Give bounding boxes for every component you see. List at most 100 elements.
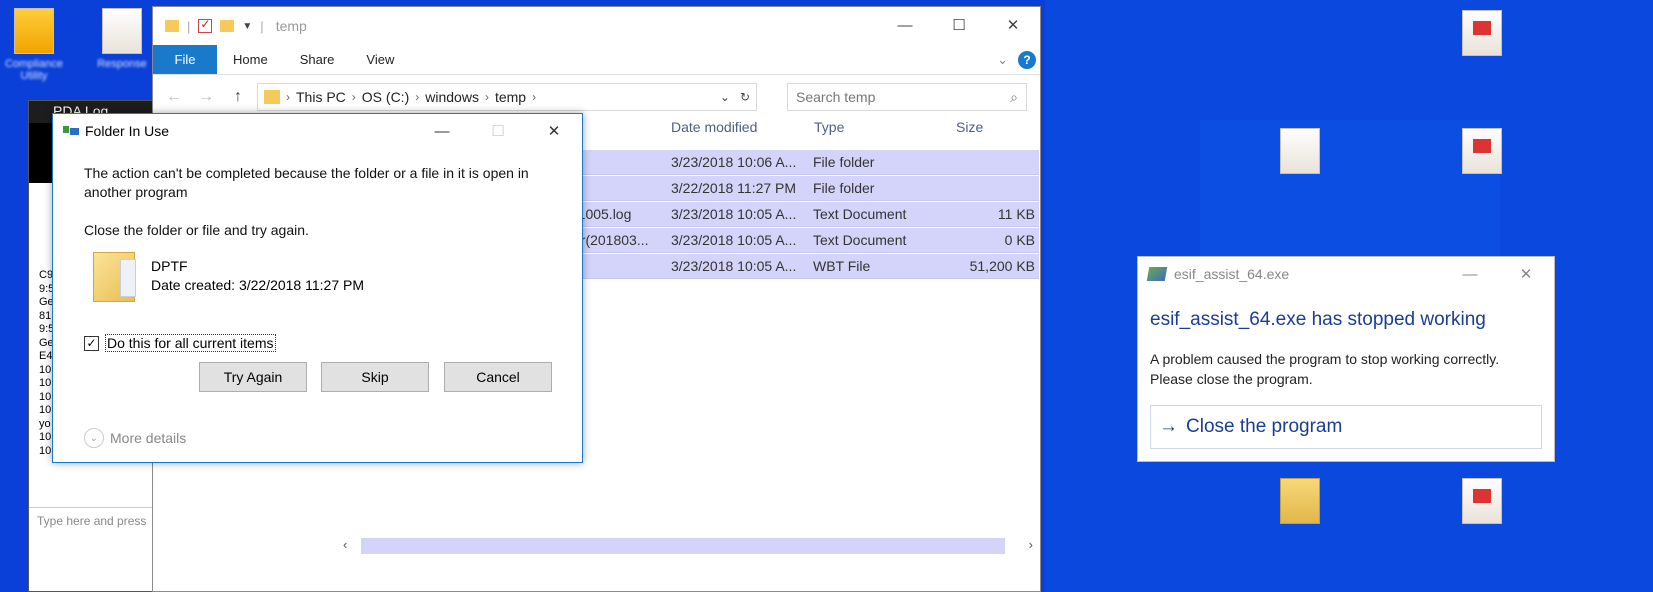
back-arrow-icon[interactable]: ← [161, 88, 187, 106]
help-icon[interactable]: ? [1018, 50, 1036, 69]
ribbon-tabs: File Home Share View ⌄ ? [153, 45, 1040, 75]
desktop-icon[interactable] [1452, 478, 1512, 528]
column-headers: Date modified Type Size [671, 119, 1036, 135]
app-icon [1146, 267, 1168, 281]
file-date: 3/23/2018 10:05 A... [671, 232, 797, 248]
log-line: C9 [39, 269, 54, 281]
dialog-instruction: Close the folder or file and try again. [84, 222, 309, 238]
close-button[interactable]: ✕ [1498, 257, 1554, 291]
desktop-icon[interactable] [1270, 128, 1330, 178]
window-title: temp [275, 18, 307, 34]
quick-access-separator: | [260, 18, 264, 34]
column-date-modified[interactable]: Date modified [671, 119, 814, 135]
dialog-title: Folder In Use [85, 123, 170, 139]
close-program-label: Close the program [1186, 416, 1343, 437]
close-button[interactable]: ✕ [986, 7, 1040, 43]
desktop-icon-label: Response [97, 58, 147, 70]
close-button[interactable]: ✕ [526, 114, 582, 148]
breadcrumb-temp[interactable]: temp [495, 89, 526, 105]
breadcrumb-windows[interactable]: windows [425, 89, 479, 105]
expand-ribbon-icon[interactable]: ⌄ [997, 52, 1008, 68]
folder-icon [93, 252, 136, 302]
column-type[interactable]: Type [814, 119, 956, 135]
document-icon [102, 8, 142, 54]
scroll-left-icon[interactable]: ‹ [343, 537, 347, 552]
desktop-icon[interactable] [1452, 128, 1512, 178]
desktop-icon[interactable] [1452, 10, 1512, 60]
breadcrumb-this-pc[interactable]: This PC [296, 89, 346, 105]
document-icon [1462, 478, 1502, 524]
new-folder-icon[interactable] [220, 20, 235, 32]
file-date: 3/23/2018 10:05 A... [671, 206, 797, 222]
file-date: 3/23/2018 10:06 A... [671, 154, 797, 170]
file-type: WBT File [813, 258, 871, 274]
properties-icon[interactable] [198, 17, 213, 33]
crash-dialog: esif_assist_64.exe — ✕ esif_assist_64.ex… [1137, 256, 1555, 462]
minimize-button[interactable]: — [1442, 257, 1498, 291]
refresh-icon[interactable]: ↻ [740, 90, 750, 104]
try-again-button[interactable]: Try Again [199, 362, 307, 392]
tab-view[interactable]: View [350, 45, 410, 74]
search-input[interactable]: Search temp [796, 89, 875, 105]
apply-all-checkbox[interactable]: ✓ Do this for all current items [84, 334, 276, 352]
tab-share[interactable]: Share [284, 45, 351, 74]
dialog-message: The action can't be completed because th… [84, 165, 529, 200]
skip-button[interactable]: Skip [321, 362, 429, 392]
dialog-controls: — ✕ [1442, 257, 1554, 291]
maximize-button[interactable]: ☐ [932, 7, 986, 43]
folder-icon [165, 20, 179, 32]
log-line: yo [39, 417, 51, 430]
forward-arrow-icon[interactable]: → [193, 88, 219, 106]
scrollbar-thumb[interactable] [361, 538, 1005, 554]
desktop-icon-compliance[interactable]: Compliance Utility [4, 8, 64, 82]
tab-home[interactable]: Home [217, 45, 284, 74]
chevron-down-icon[interactable]: ▼ [242, 21, 252, 32]
quick-access-separator: | [187, 18, 191, 34]
chevron-right-icon[interactable]: › [485, 90, 489, 104]
scroll-right-icon[interactable]: › [1029, 537, 1033, 552]
horizontal-scrollbar[interactable]: ‹ › [343, 537, 1033, 555]
desktop-icon-label: Compliance Utility [4, 58, 64, 82]
crash-heading: esif_assist_64.exe has stopped working [1150, 309, 1486, 330]
file-move-icon [63, 126, 79, 136]
more-details-label: More details [110, 430, 187, 446]
close-program-button[interactable]: → Close the program [1150, 405, 1542, 449]
up-arrow-icon[interactable]: ↑ [225, 88, 251, 106]
chevron-right-icon[interactable]: › [532, 90, 536, 104]
chevron-right-icon[interactable]: › [415, 90, 419, 104]
file-name: er(201803... [573, 232, 649, 248]
file-date: 3/23/2018 10:05 A... [671, 258, 797, 274]
dialog-title: esif_assist_64.exe [1174, 266, 1290, 282]
more-details-toggle[interactable]: ⌄ More details [84, 428, 186, 448]
log-line: 81 [39, 309, 52, 322]
search-icon: ⌕ [1010, 88, 1018, 105]
item-name: DPTF [151, 258, 188, 274]
dialog-controls: — ☐ ✕ [414, 114, 582, 148]
folder-in-use-dialog: Folder In Use — ☐ ✕ The action can't be … [52, 113, 583, 463]
search-box[interactable]: Search temp ⌕ [787, 83, 1027, 111]
crash-message: A problem caused the program to stop wor… [1150, 351, 1500, 387]
chevron-down-icon[interactable]: ⌄ [720, 90, 730, 104]
ribbon-right: ⌄ ? [997, 45, 1040, 74]
column-size[interactable]: Size [956, 119, 1036, 135]
tab-file[interactable]: File [153, 45, 217, 74]
file-size: 51,200 KB [969, 258, 1035, 274]
chevron-right-icon[interactable]: › [286, 90, 290, 104]
desktop-icon-response[interactable]: Response [92, 8, 152, 70]
minimize-button[interactable]: — [414, 114, 470, 148]
arrow-right-icon: → [1159, 416, 1178, 437]
chat-input[interactable]: Type here and press [29, 507, 155, 592]
folder-icon [1280, 478, 1320, 524]
checkbox-label[interactable]: Do this for all current items [105, 334, 276, 352]
maximize-button: ☐ [491, 123, 505, 140]
address-bar[interactable]: › This PC › OS (C:) › windows › temp › ⌄… [257, 83, 757, 111]
breadcrumb-os-c[interactable]: OS (C:) [362, 89, 409, 105]
chevron-down-icon: ⌄ [84, 428, 104, 448]
file-date: 3/22/2018 11:27 PM [671, 180, 797, 196]
desktop-icon[interactable] [1270, 478, 1330, 528]
minimize-button[interactable]: — [878, 7, 932, 43]
cancel-button[interactable]: Cancel [444, 362, 552, 392]
file-size: 0 KB [1004, 232, 1035, 248]
chevron-right-icon[interactable]: › [352, 90, 356, 104]
checkbox-checked-icon[interactable]: ✓ [84, 335, 99, 351]
